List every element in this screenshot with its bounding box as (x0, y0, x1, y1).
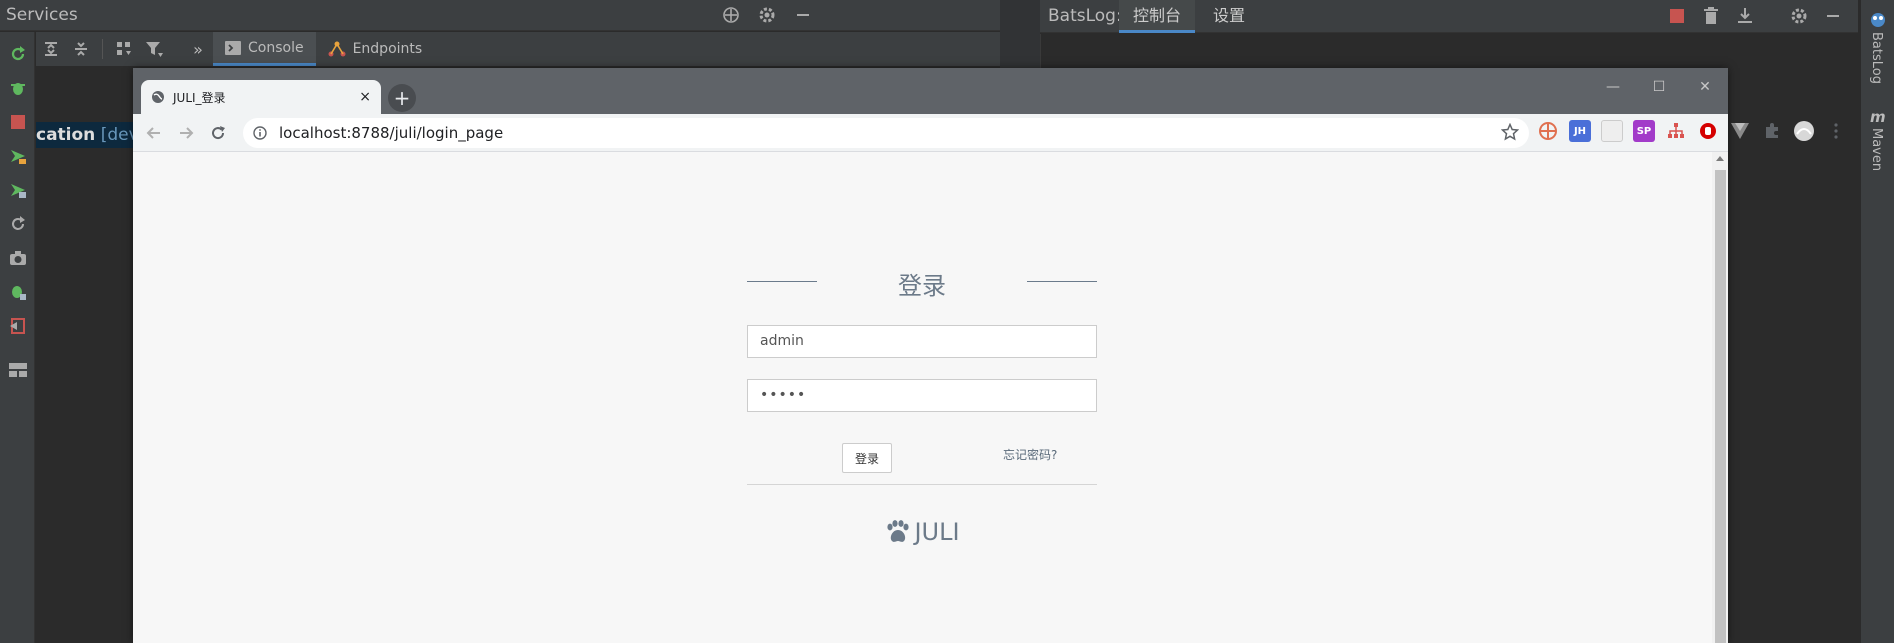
heading-rule-right (1027, 281, 1097, 282)
toolbar-separator (102, 39, 103, 59)
scroll-up-arrow-icon[interactable] (1716, 156, 1724, 161)
minimize-icon[interactable] (1822, 5, 1844, 27)
gear-icon[interactable] (756, 4, 778, 26)
sp-extension-icon[interactable]: SP (1633, 120, 1655, 142)
puzzle-icon[interactable] (1761, 120, 1783, 142)
services-title: Services (6, 5, 78, 25)
sitemap-extension-icon[interactable] (1665, 120, 1687, 142)
services-header: Services (0, 0, 1000, 31)
endpoints-icon (328, 41, 346, 57)
tab-settings-cn[interactable]: 设置 (1199, 0, 1259, 33)
ublock-icon[interactable] (1697, 120, 1719, 142)
forward-button[interactable] (173, 120, 199, 146)
debug-icon[interactable] (7, 77, 29, 99)
batslog-title: BatsLog: (1048, 6, 1122, 26)
services-gutter (0, 32, 35, 643)
browser-tab-title: JULI_登录 (173, 90, 226, 105)
maven-toolwindow[interactable]: Maven (1869, 128, 1884, 171)
window-close-button[interactable]: ✕ (1682, 74, 1728, 100)
avatar-icon[interactable] (1793, 120, 1815, 142)
login-button[interactable]: 登录 (842, 443, 892, 473)
window-minimize-button[interactable]: — (1590, 74, 1636, 100)
address-bar[interactable]: localhost:8788/juli/login_page (243, 118, 1529, 148)
browser-titlebar: JULI_登录 × + — ☐ ✕ (133, 68, 1728, 114)
login-heading: 登录 (747, 266, 1097, 300)
camera-icon[interactable] (7, 247, 29, 269)
menu-icon[interactable] (1825, 120, 1847, 142)
close-tab-icon[interactable]: × (359, 89, 371, 105)
reload-button[interactable] (205, 120, 231, 146)
browser-toolbar: localhost:8788/juli/login_page JH SP (133, 114, 1838, 152)
back-button[interactable] (141, 120, 167, 146)
collapse-all-icon[interactable] (66, 34, 96, 64)
console-icon (225, 40, 241, 55)
batslog-toolwindow[interactable]: BatsLog (1869, 32, 1884, 84)
expand-all-icon[interactable] (36, 34, 66, 64)
right-tool-strip: BatsLog m Maven (1860, 0, 1894, 643)
address-url: localhost:8788/juli/login_page (279, 124, 504, 142)
globe-icon (152, 91, 164, 103)
exit-icon[interactable] (7, 315, 29, 337)
form-divider (747, 484, 1097, 485)
scroll-thumb[interactable] (1715, 170, 1726, 643)
run-config-icon[interactable] (7, 179, 29, 201)
password-input[interactable]: ••••• (747, 379, 1097, 412)
jh-extension-icon[interactable]: JH (1569, 120, 1591, 142)
crosshair-icon[interactable] (720, 4, 742, 26)
tab-endpoints-label: Endpoints (352, 41, 423, 57)
info-icon (253, 126, 267, 140)
scroll-to-end-icon[interactable] (1734, 5, 1756, 27)
deploy-icon[interactable] (7, 145, 29, 167)
forgot-password-link[interactable]: 忘记密码? (1003, 446, 1057, 463)
page-extension-icon[interactable] (1601, 120, 1623, 142)
stop-icon[interactable] (1666, 5, 1688, 27)
username-input[interactable]: admin (747, 325, 1097, 358)
refresh-icon[interactable] (7, 213, 29, 235)
new-tab-button[interactable]: + (388, 84, 416, 112)
arrow-left-icon (146, 127, 160, 139)
vue-devtools-icon[interactable] (1729, 120, 1751, 142)
bookmark-star-icon[interactable] (1500, 122, 1520, 145)
rerun-icon[interactable] (7, 43, 29, 65)
minimize-icon[interactable] (792, 4, 814, 26)
overflow-icon[interactable]: » (183, 34, 213, 64)
tab-console[interactable]: Console (213, 32, 316, 66)
stop-icon[interactable] (7, 111, 29, 133)
reload-icon (212, 126, 225, 140)
filter-icon[interactable] (139, 34, 169, 64)
services-toolbar: » Console Endpoints (36, 32, 1000, 66)
brand-logo: JULI (747, 518, 1097, 546)
batslog-header: BatsLog: 控制台 设置 (1040, 0, 1858, 33)
tab-endpoints[interactable]: Endpoints (316, 32, 435, 66)
group-icon[interactable] (109, 34, 139, 64)
arrow-right-icon (180, 127, 194, 139)
tab-console-cn[interactable]: 控制台 (1119, 0, 1196, 33)
page-scrollbar[interactable] (1712, 152, 1728, 643)
brand-name: JULI (914, 518, 960, 546)
tree-node-name: cation (36, 125, 96, 145)
layout-icon[interactable] (7, 359, 29, 381)
trash-icon[interactable] (1700, 5, 1722, 27)
browser-window: JULI_登录 × + — ☐ ✕ localhost:8788/juli/lo… (133, 68, 1838, 643)
maven-icon: m (1870, 108, 1886, 126)
paw-icon (887, 520, 910, 542)
page-viewport: 登录 admin ••••• 登录 忘记密码? JULI (133, 152, 1728, 643)
gear-icon[interactable] (1788, 5, 1810, 27)
tab-console-label: Console (248, 39, 304, 56)
login-title: 登录 (898, 272, 946, 300)
pinwheel-extension-icon[interactable] (1537, 120, 1559, 142)
browser-tab[interactable]: JULI_登录 × (141, 80, 381, 114)
debug-attach-icon[interactable] (7, 281, 29, 303)
window-maximize-button[interactable]: ☐ (1636, 74, 1682, 100)
batslog-plugin-icon (1869, 10, 1887, 32)
